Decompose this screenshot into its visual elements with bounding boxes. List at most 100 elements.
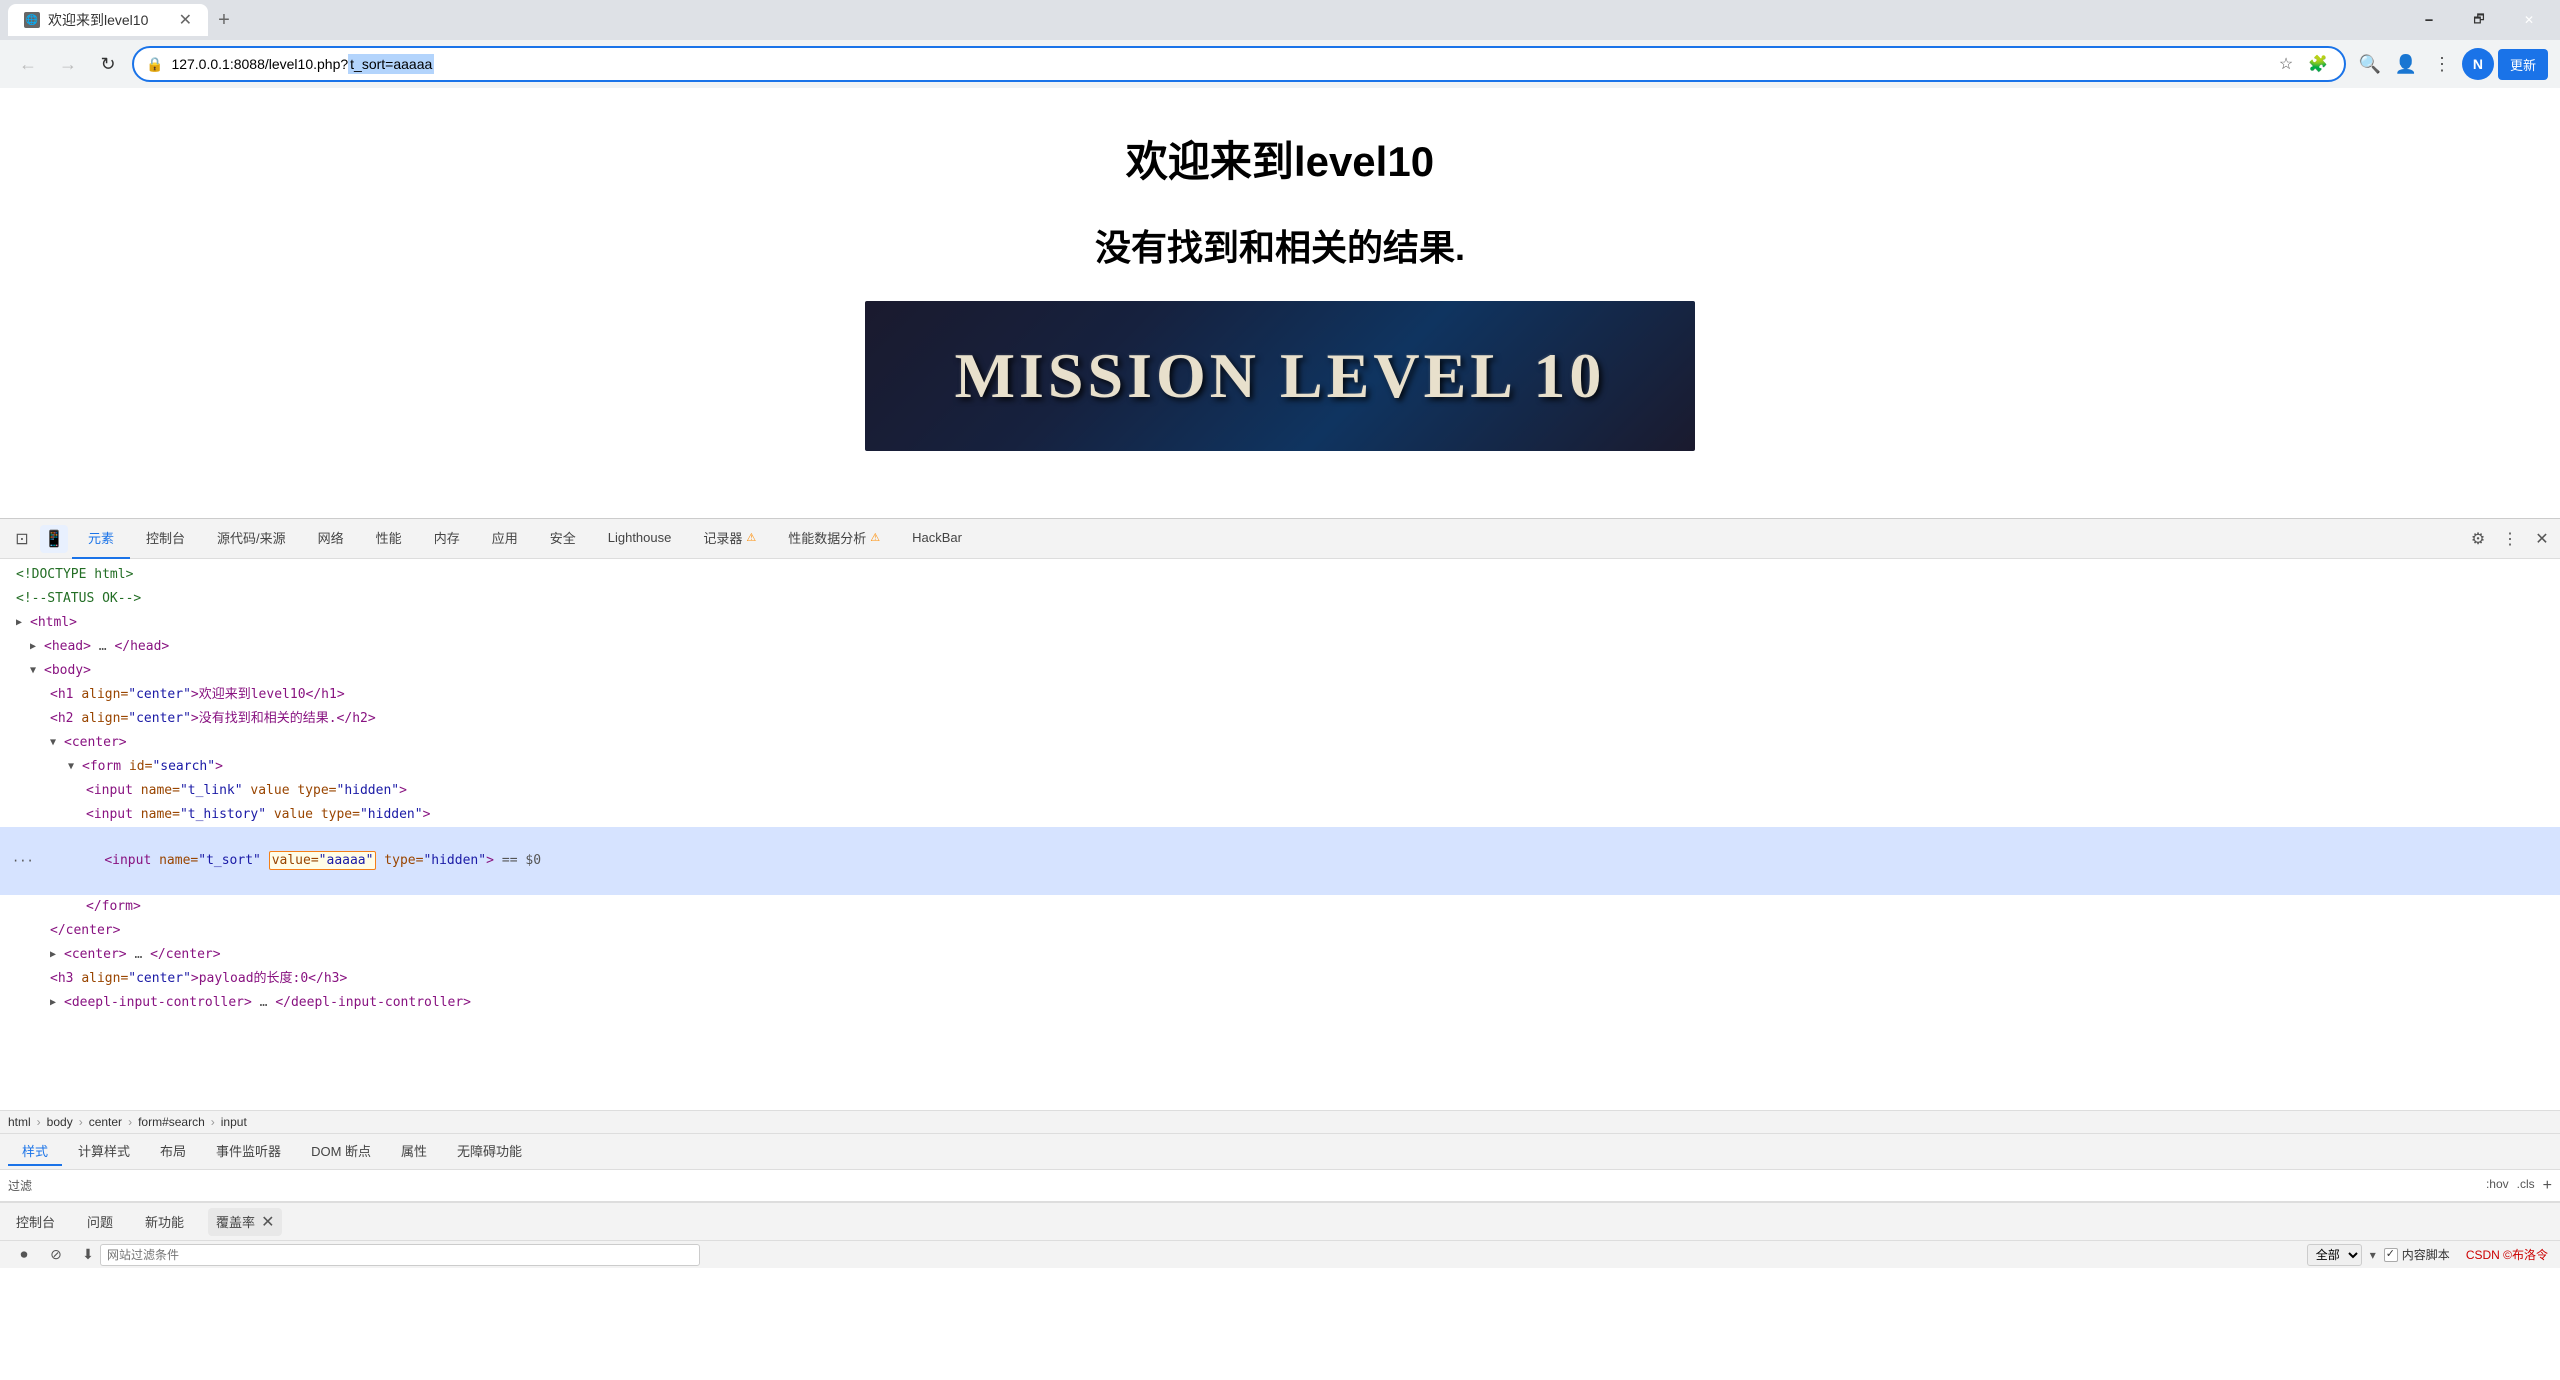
dom-line[interactable]: <h3 align="center">payload的长度:0</h3> [0, 967, 2560, 991]
devtools-actions: ⚙ ⋮ ✕ [2464, 525, 2556, 553]
dom-line[interactable]: </form> [0, 895, 2560, 919]
bookmark-icon[interactable]: ☆ [2272, 50, 2300, 78]
breadcrumb-center[interactable]: center [89, 1115, 122, 1129]
search-icon[interactable]: 🔍 [2354, 48, 2386, 80]
account-circle-icon[interactable]: 👤 [2390, 48, 2422, 80]
download-icon[interactable]: ⬇ [76, 1243, 100, 1267]
extensions-icon[interactable]: 🧩 [2304, 50, 2332, 78]
bottom-tab-console[interactable]: 控制台 [8, 1208, 63, 1235]
tab-recorder[interactable]: 记录器 ⚠ [687, 519, 772, 559]
tab-memory[interactable]: 内存 [418, 519, 476, 559]
csdn-logo: CSDN ©布洛令 [2466, 1246, 2548, 1263]
tab-sources[interactable]: 源代码/来源 [201, 519, 302, 559]
page-subtitle: 没有找到和相关的结果. [1095, 219, 1465, 271]
style-tab-dom-breakpoints[interactable]: DOM 断点 [297, 1137, 385, 1166]
address-actions: ☆ 🧩 [2272, 50, 2332, 78]
style-tab-computed[interactable]: 计算样式 [64, 1137, 144, 1166]
devtools-more-icon[interactable]: ⋮ [2496, 525, 2524, 553]
perf-warn-icon: ⚠ [870, 531, 880, 544]
style-tab-event-listeners[interactable]: 事件监听器 [202, 1137, 295, 1166]
tab-hackbar[interactable]: HackBar [896, 519, 978, 559]
tab-title: 欢迎来到level10 [48, 10, 148, 30]
devtools-panel: ⊡ 📱 元素 控制台 源代码/来源 网络 性能 内存 应用 安全 Lightho… [0, 518, 2560, 1268]
dom-line-highlighted[interactable]: ··· <input name="t_sort" value="aaaaa" t… [0, 827, 2560, 895]
style-tab-properties[interactable]: 属性 [387, 1137, 441, 1166]
filter-input[interactable] [100, 1244, 700, 1266]
dom-line[interactable]: ▼<body> [0, 659, 2560, 683]
forward-button[interactable]: → [52, 48, 84, 80]
address-bar[interactable]: 🔒 127.0.0.1:8088/level10.php?t_sort=aaaa… [132, 46, 2346, 82]
dom-line[interactable]: <input name="t_link" value type="hidden"… [0, 779, 2560, 803]
tab-favicon: 🌐 [24, 12, 40, 28]
new-tab-button[interactable]: + [208, 4, 240, 36]
all-select[interactable]: 全部 [2307, 1244, 2362, 1266]
add-style-button[interactable]: + [2543, 1177, 2552, 1195]
more-icon[interactable]: ⋮ [2426, 48, 2458, 80]
dom-line[interactable]: ▶<html> [0, 611, 2560, 635]
devtools-tab-bar: ⊡ 📱 元素 控制台 源代码/来源 网络 性能 内存 应用 安全 Lightho… [0, 519, 2560, 559]
mission-text: Mission Level 10 [955, 339, 1606, 413]
dom-line[interactable]: ▶<head> … </head> [0, 635, 2560, 659]
tab-security[interactable]: 安全 [534, 519, 592, 559]
bottom-tab-issues[interactable]: 问题 [79, 1208, 121, 1235]
window-controls: 🗕 🗗 ✕ [2406, 4, 2552, 36]
content-script-toggle[interactable]: 内容脚本 [2384, 1246, 2450, 1263]
devtools-settings-icon[interactable]: ⚙ [2464, 525, 2492, 553]
lock-icon: 🔒 [146, 56, 163, 73]
stop-icon[interactable]: ⊘ [44, 1243, 68, 1267]
dom-line[interactable]: <input name="t_history" value type="hidd… [0, 803, 2560, 827]
profile-button[interactable]: N [2462, 48, 2494, 80]
coverage-close-icon[interactable]: ✕ [261, 1212, 274, 1232]
dom-line[interactable]: ▶<center> … </center> [0, 943, 2560, 967]
record-icon[interactable]: ⏺ [12, 1243, 36, 1267]
cls-button[interactable]: .cls [2517, 1177, 2535, 1195]
tab-lighthouse[interactable]: Lighthouse [592, 519, 688, 559]
status-bar: ⏺ ⊘ ⬇ 全部 ▾ 内容脚本 CSDN ©布洛令 [0, 1240, 2560, 1268]
inspect-icon[interactable]: ⊡ [8, 525, 36, 553]
recorder-warn-icon: ⚠ [746, 531, 756, 544]
dom-line[interactable]: ▶<deepl-input-controller> … </deepl-inpu… [0, 991, 2560, 1015]
bottom-tab-new-features[interactable]: 新功能 [137, 1208, 192, 1235]
tab-application[interactable]: 应用 [476, 519, 534, 559]
dom-line[interactable]: <h2 align="center">没有找到和相关的结果.</h2> [0, 707, 2560, 731]
dom-line[interactable]: ▼<form id="search"> [0, 755, 2560, 779]
tab-elements[interactable]: 元素 [72, 519, 130, 559]
breadcrumb-html[interactable]: html [8, 1115, 31, 1129]
mission-image: Mission Level 10 [865, 301, 1695, 451]
filter-bar: 过滤 :hov .cls + [0, 1170, 2560, 1202]
active-tab[interactable]: 🌐 欢迎来到level10 ✕ [8, 4, 208, 36]
tab-performance[interactable]: 性能 [360, 519, 418, 559]
dom-line[interactable]: <h1 align="center">欢迎来到level10</h1> [0, 683, 2560, 707]
breadcrumb-input[interactable]: input [221, 1115, 247, 1129]
breadcrumb: html › body › center › form#search › inp… [0, 1110, 2560, 1134]
breadcrumb-body[interactable]: body [47, 1115, 73, 1129]
tab-network[interactable]: 网络 [302, 519, 360, 559]
address-bar-row: ← → ↻ 🔒 127.0.0.1:8088/level10.php?t_sor… [0, 40, 2560, 88]
dom-line[interactable]: ▼<center> [0, 731, 2560, 755]
style-tab-styles[interactable]: 样式 [8, 1137, 62, 1166]
tab-console[interactable]: 控制台 [130, 519, 201, 559]
content-script-checkbox[interactable] [2384, 1248, 2398, 1262]
content-script-label: 内容脚本 [2402, 1246, 2450, 1263]
tab-close-button[interactable]: ✕ [179, 10, 192, 30]
tab-perf-insights[interactable]: 性能数据分析 ⚠ [772, 519, 896, 559]
dom-line[interactable]: </center> [0, 919, 2560, 943]
dom-line: <!--STATUS OK--> [0, 587, 2560, 611]
restore-button[interactable]: 🗗 [2456, 4, 2502, 36]
minimize-button[interactable]: 🗕 [2406, 4, 2452, 36]
back-button[interactable]: ← [12, 48, 44, 80]
close-button[interactable]: ✕ [2506, 4, 2552, 36]
style-tab-layout[interactable]: 布局 [146, 1137, 200, 1166]
filter-actions: :hov .cls + [2486, 1177, 2552, 1195]
device-toolbar-icon[interactable]: 📱 [40, 525, 68, 553]
bottom-tab-coverage[interactable]: 覆盖率 ✕ [208, 1208, 282, 1236]
filter-label: 过滤 [8, 1177, 32, 1194]
devtools-close-icon[interactable]: ✕ [2528, 525, 2556, 553]
update-button[interactable]: 更新 [2498, 49, 2548, 80]
devtools-icons: ⊡ 📱 [4, 525, 72, 553]
page-content: 欢迎来到level10 没有找到和相关的结果. Mission Level 10 [0, 88, 2560, 518]
hov-button[interactable]: :hov [2486, 1177, 2509, 1195]
style-tab-accessibility[interactable]: 无障碍功能 [443, 1137, 536, 1166]
breadcrumb-form[interactable]: form#search [138, 1115, 205, 1129]
reload-button[interactable]: ↻ [92, 48, 124, 80]
